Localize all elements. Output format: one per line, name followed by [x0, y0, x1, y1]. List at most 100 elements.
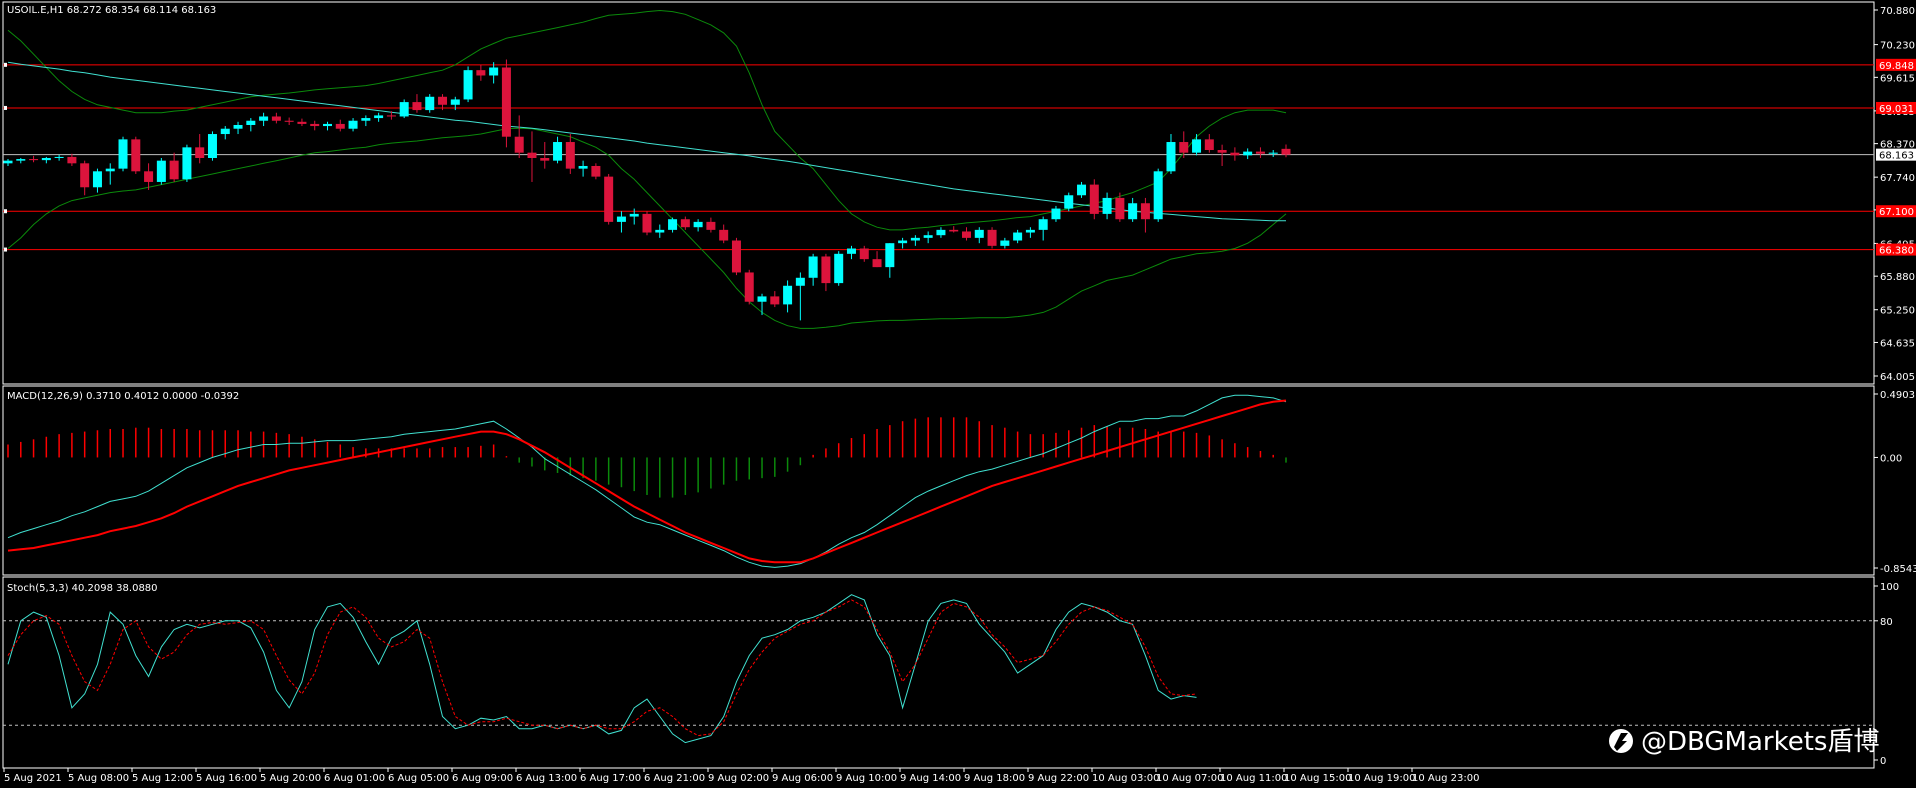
- candle-body: [846, 248, 856, 254]
- candle-body: [859, 248, 869, 260]
- candle-body: [1140, 203, 1150, 220]
- candle-body: [680, 219, 690, 228]
- level-price-label: 69.848: [1879, 61, 1914, 72]
- candle-body: [565, 142, 575, 169]
- candle-body: [284, 120, 294, 122]
- time-axis-label: 6 Aug 13:00: [516, 773, 577, 784]
- candle-body: [591, 165, 601, 177]
- candle-body: [578, 165, 588, 169]
- time-axis-label: 9 Aug 06:00: [772, 773, 833, 784]
- candle-body: [629, 213, 639, 217]
- candle-body: [246, 120, 256, 125]
- candle-body: [105, 168, 115, 172]
- time-axis-label: 9 Aug 22:00: [1028, 773, 1089, 784]
- candle-body: [335, 123, 345, 129]
- chart-background: [0, 0, 1916, 788]
- candle-body: [1204, 139, 1214, 151]
- candle-body: [616, 216, 626, 222]
- candle-body: [220, 128, 230, 135]
- time-axis-label: 5 Aug 2021: [4, 773, 62, 784]
- watermark-text: @DBGMarkets盾博: [1641, 727, 1879, 757]
- price-axis-tick-label: 67.740: [1880, 173, 1915, 184]
- candle-body: [131, 139, 141, 172]
- candle-body: [1025, 229, 1035, 233]
- candle-body: [374, 115, 384, 119]
- time-axis-label: 6 Aug 05:00: [388, 773, 449, 784]
- candle-body: [604, 176, 614, 222]
- candle-body: [207, 134, 217, 158]
- candle-body: [962, 231, 971, 238]
- price-axis-tick-label: 69.615: [1880, 73, 1915, 84]
- level-price-label: 66.380: [1879, 246, 1914, 257]
- price-axis-tick-label: 64.635: [1880, 338, 1915, 349]
- candle-body: [540, 157, 550, 161]
- candle-body: [80, 163, 90, 188]
- time-axis-label: 10 Aug 11:00: [1220, 773, 1287, 784]
- candle-body: [386, 115, 396, 117]
- candle-body: [693, 221, 703, 228]
- time-axis-label: 10 Aug 23:00: [1412, 773, 1479, 784]
- candle-body: [438, 96, 448, 105]
- stoch-panel-title: Stoch(5,3,3) 40.2098 38.0880: [7, 583, 158, 594]
- candle-body: [29, 159, 39, 161]
- time-axis-label: 9 Aug 02:00: [708, 773, 769, 784]
- candle-body: [92, 171, 102, 188]
- price-axis-tick-label: 70.230: [1880, 41, 1915, 52]
- candle-body: [923, 235, 933, 238]
- candle-body: [297, 121, 307, 124]
- candle-body: [731, 240, 741, 273]
- candle-body: [399, 102, 409, 117]
- candle-body: [1268, 152, 1278, 154]
- candle-body: [259, 116, 269, 121]
- time-axis-label: 5 Aug 12:00: [132, 773, 193, 784]
- candle-body: [1255, 151, 1265, 154]
- time-axis-label: 10 Aug 07:00: [1156, 773, 1223, 784]
- price-axis-tick-label: 65.880: [1880, 272, 1915, 283]
- candle-body: [233, 124, 243, 129]
- candle-body: [872, 259, 882, 268]
- stoch-axis-tick-label: 100: [1880, 582, 1899, 593]
- candle-body: [949, 229, 959, 232]
- candle-body: [67, 156, 77, 164]
- trading-chart[interactable]: 70.88070.23069.61568.98568.37067.74067.1…: [0, 0, 1916, 788]
- candle-body: [744, 272, 754, 302]
- candle-body: [361, 118, 371, 121]
- time-axis-label: 6 Aug 17:00: [580, 773, 641, 784]
- watermark-logo-icon: [1609, 729, 1633, 753]
- candle-body: [885, 243, 895, 268]
- candle-body: [195, 147, 205, 158]
- current-price-label: 68.163: [1879, 151, 1914, 162]
- candle-body: [910, 237, 920, 241]
- candle-body: [1179, 142, 1189, 153]
- price-axis-tick-label: 70.880: [1880, 6, 1915, 17]
- price-panel-title: USOIL.E,H1 68.272 68.354 68.114 68.163: [7, 5, 216, 16]
- macd-panel-title: MACD(12,26,9) 0.3710 0.4012 0.0000 -0.03…: [7, 391, 239, 402]
- time-axis-label: 6 Aug 01:00: [324, 773, 385, 784]
- price-axis-tick-label: 64.005: [1880, 372, 1915, 383]
- candle-body: [156, 160, 166, 182]
- stoch-axis-tick-label: 0: [1880, 756, 1886, 767]
- candle-body: [271, 116, 281, 121]
- candle-body: [1166, 142, 1176, 172]
- candle-body: [1217, 150, 1227, 153]
- time-axis-label: 10 Aug 03:00: [1092, 773, 1159, 784]
- candle-body: [668, 219, 678, 230]
- candle-body: [757, 296, 767, 302]
- candle-body: [898, 240, 908, 244]
- candle-body: [1038, 219, 1048, 230]
- candle-body: [821, 256, 831, 284]
- candle-body: [1051, 208, 1061, 220]
- candle-body: [144, 171, 154, 182]
- candle-body: [770, 296, 780, 305]
- candle-body: [1192, 139, 1202, 153]
- time-axis-label: 5 Aug 16:00: [196, 773, 257, 784]
- price-axis-tick-label: 65.250: [1880, 306, 1915, 317]
- candle-body: [1102, 197, 1112, 214]
- candle-body: [1243, 151, 1253, 156]
- candle-body: [1115, 197, 1125, 220]
- macd-axis-tick-label: 0.4903: [1880, 390, 1915, 401]
- level-marker: [4, 247, 7, 252]
- time-axis-label: 9 Aug 14:00: [900, 773, 961, 784]
- candle-body: [425, 96, 435, 111]
- macd-axis-tick-label: -0.8543: [1880, 564, 1916, 575]
